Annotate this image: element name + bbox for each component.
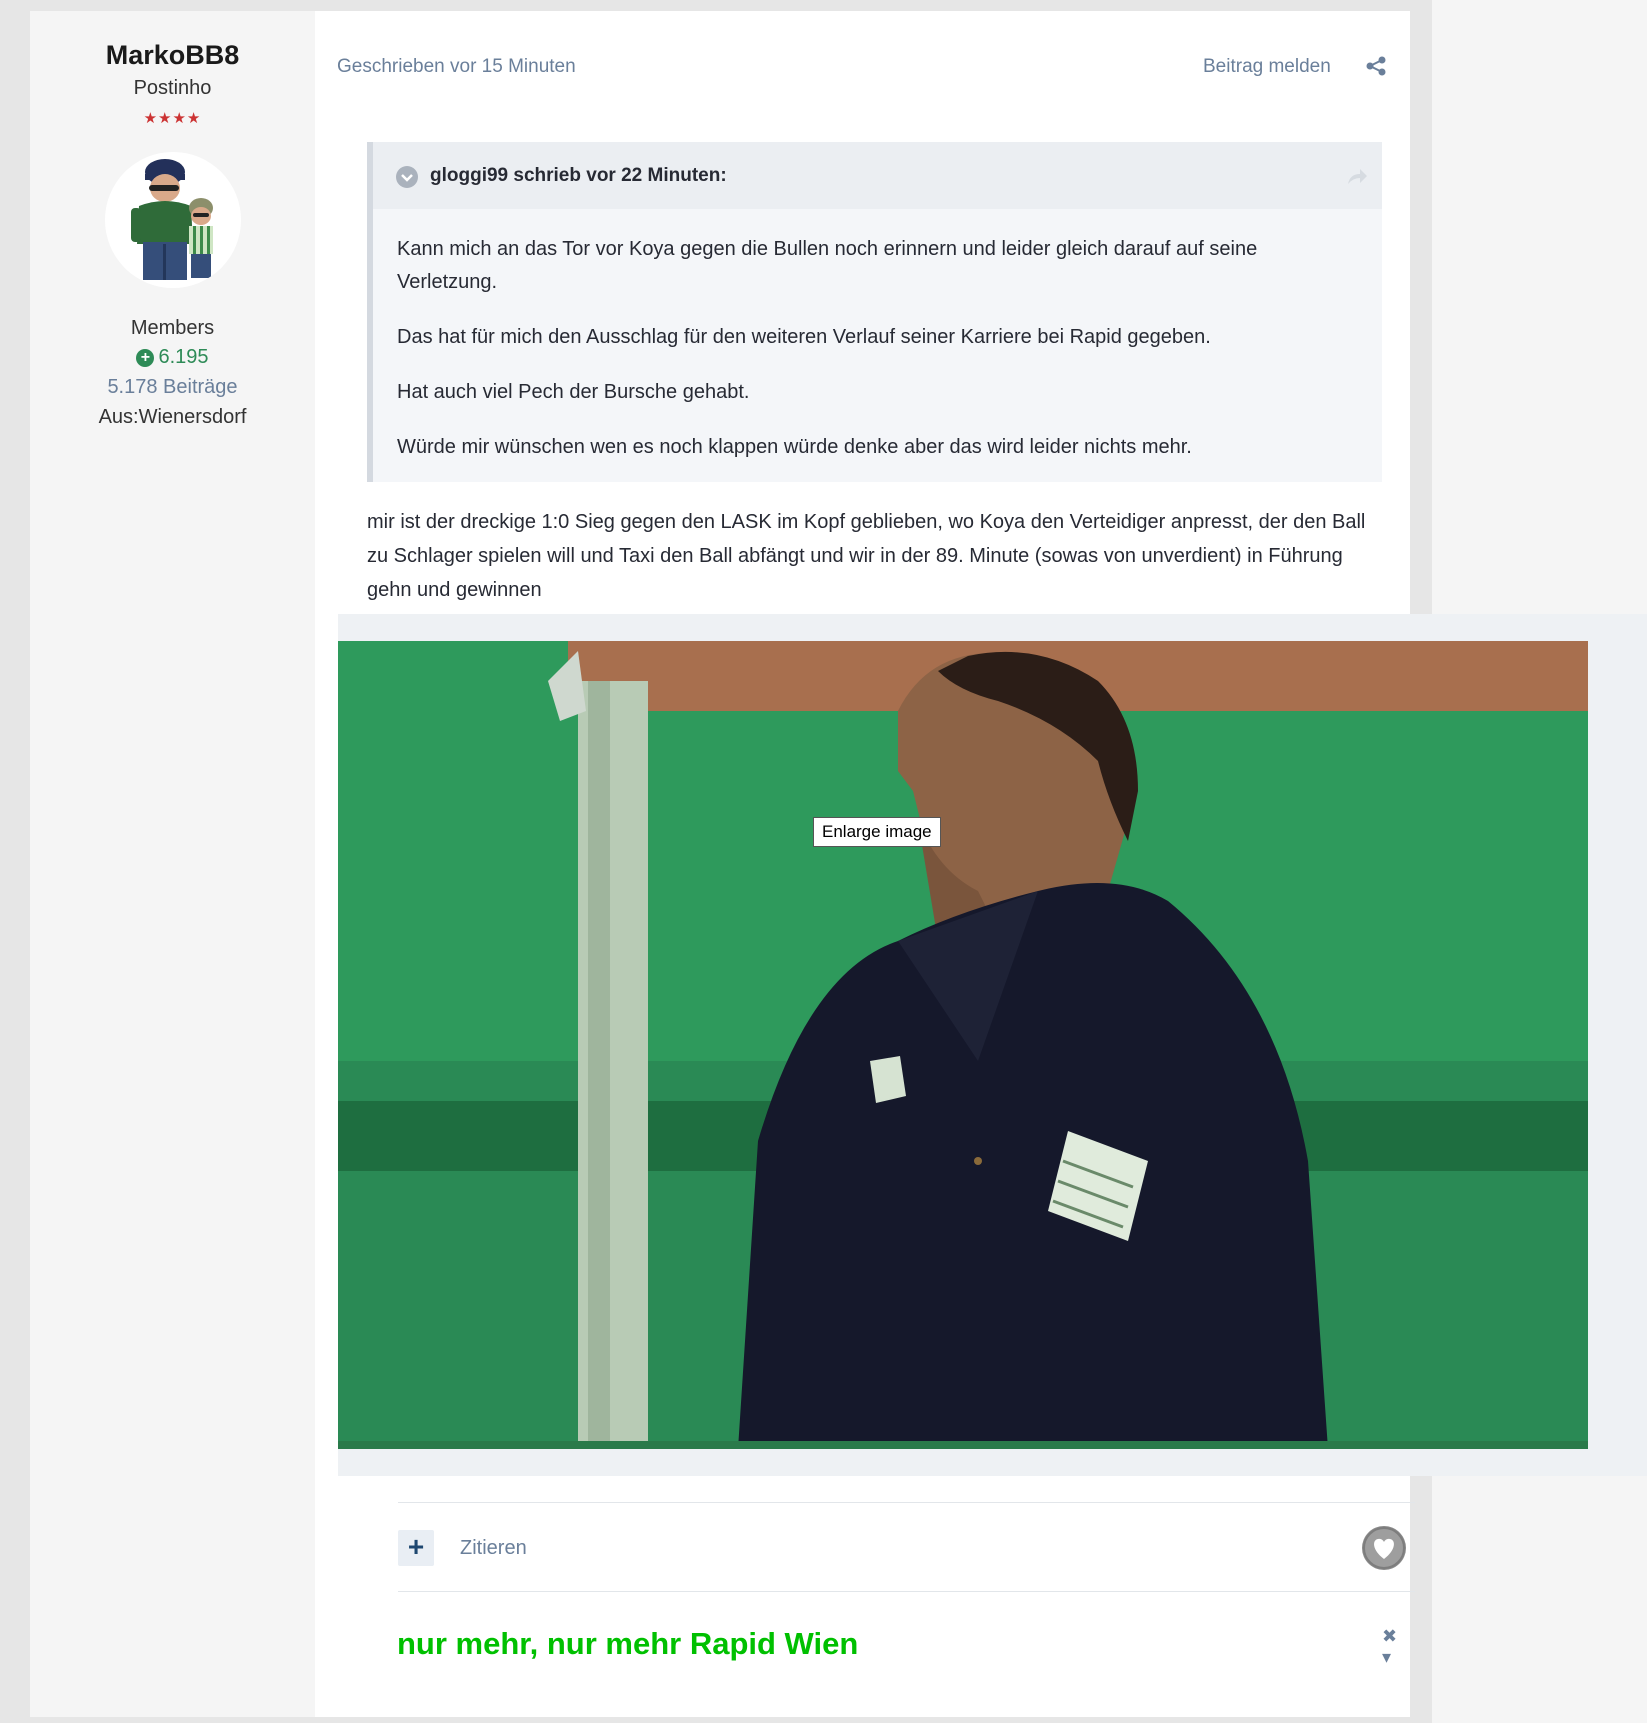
embedded-image-container: Enlarge image xyxy=(338,614,1647,1476)
reputation-value: 6.195 xyxy=(158,346,209,368)
quote-header: gloggi99 schrieb vor 22 Minuten: xyxy=(373,142,1382,209)
divider xyxy=(398,1502,1415,1503)
quote-paragraph: Hat auch viel Pech der Bursche gehabt. xyxy=(397,381,750,403)
divider xyxy=(398,1591,1415,1592)
enlarge-image-tooltip: Enlarge image xyxy=(813,817,941,847)
like-heart-icon[interactable] xyxy=(1362,1526,1406,1570)
member-group: Members xyxy=(130,317,215,339)
author-name[interactable]: MarkoBB8 xyxy=(30,40,315,71)
avatar[interactable] xyxy=(105,152,241,288)
report-post-link[interactable]: Beitrag melden xyxy=(1203,56,1331,78)
quote-body: Kann mich an das Tor vor Koya gegen die … xyxy=(397,233,1357,486)
reputation: +6.195 xyxy=(30,346,315,369)
share-icon[interactable] xyxy=(1365,55,1387,77)
signature-toggle[interactable]: ✖ ▾ xyxy=(1382,1626,1410,1668)
quote-button[interactable]: Zitieren xyxy=(460,1537,527,1560)
quote-author[interactable]: gloggi99 schrieb vor 22 Minuten: xyxy=(430,165,727,187)
rank-stars: ★★★★ xyxy=(143,110,202,127)
author-location: Aus:Wienersdorf xyxy=(98,406,247,428)
post-timestamp[interactable]: Geschrieben vor 15 Minuten xyxy=(337,56,576,78)
embedded-gif-image[interactable]: Enlarge image xyxy=(338,641,1588,1449)
user-signature: nur mehr, nur mehr Rapid Wien xyxy=(397,1626,859,1661)
quote-paragraph: Das hat für mich den Ausschlag für den w… xyxy=(397,326,1211,348)
quote-paragraph: Würde mir wünschen wen es noch klappen w… xyxy=(397,436,1192,458)
author-rank: Postinho xyxy=(133,77,212,99)
post-count[interactable]: 5.178 Beiträge xyxy=(30,376,315,399)
quote-jump-icon[interactable] xyxy=(1346,166,1368,186)
chevron-down-icon[interactable] xyxy=(396,166,418,188)
author-panel: MarkoBB8 Postinho ★★★★ Members + 6.195 5… xyxy=(30,11,315,1717)
multiquote-plus-button[interactable]: + xyxy=(398,1530,434,1566)
plus-circle-icon: + xyxy=(136,349,155,367)
quote-paragraph: Kann mich an das Tor vor Koya gegen die … xyxy=(397,238,1258,293)
quote-block: gloggi99 schrieb vor 22 Minuten: Kann mi… xyxy=(367,142,1382,482)
post-body-text: mir ist der dreckige 1:0 Sieg gegen den … xyxy=(367,511,1366,601)
